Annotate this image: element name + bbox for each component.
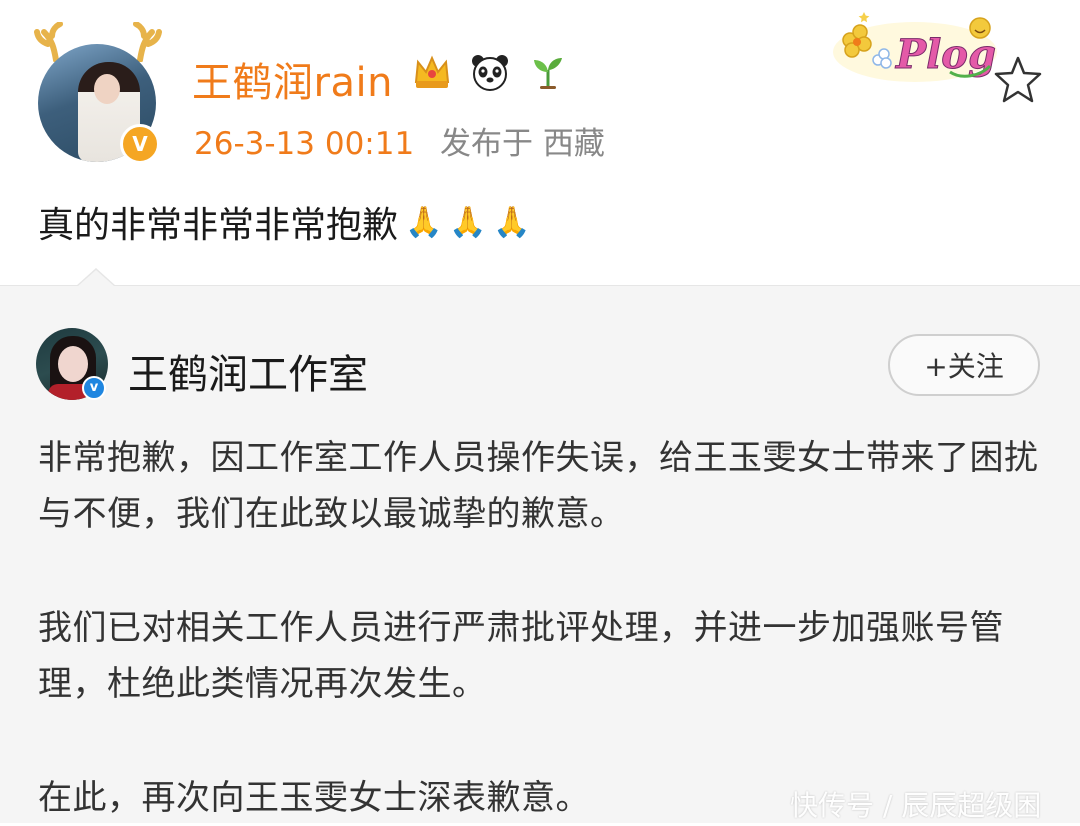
user-badges [410, 50, 570, 94]
sprout-icon[interactable] [526, 52, 570, 92]
pray-emoji-icon: 🙏 [405, 204, 443, 240]
crown-icon[interactable] [410, 52, 454, 92]
panda-icon[interactable] [468, 52, 512, 92]
emoji-group: 🙏 🙏 🙏 [402, 205, 534, 240]
post-meta: 26-3-13 00:11 发布于 西藏 [194, 118, 605, 163]
pray-emoji-icon: 🙏 [449, 204, 487, 240]
post-text: 真的非常非常非常抱歉 [38, 205, 399, 246]
post-content: 真的非常非常非常抱歉 🙏 🙏 🙏 [38, 196, 534, 248]
username[interactable]: 王鹤润rain [192, 50, 393, 108]
source-watermark: 快传号 / 辰辰超级困 [790, 789, 1042, 822]
verified-badge-icon: V [120, 124, 160, 164]
follow-button[interactable]: +关注 [888, 334, 1040, 396]
verified-badge-icon: v [82, 376, 106, 400]
favorite-star-icon[interactable] [990, 52, 1046, 108]
weibo-post: V 王鹤润rain 26-3-13 00:11 发布于 西藏 Plog 真的非常… [0, 0, 1080, 285]
post-location: 发布于 西藏 [440, 126, 605, 162]
plog-decoration-icon: Plog [833, 12, 997, 82]
quoted-paragraph: 我们已对相关工作人员进行严肃批评处理，并进一步加强账号管理，杜绝此类情况再次发生… [38, 608, 1004, 704]
user-avatar[interactable]: V [30, 22, 170, 164]
studio-name[interactable]: 王鹤润工作室 [128, 342, 368, 400]
card-pointer [78, 270, 114, 286]
pray-emoji-icon: 🙏 [493, 204, 531, 240]
post-time: 26-3-13 00:11 [194, 126, 415, 162]
quoted-paragraph: 非常抱歉，因工作室工作人员操作失误，给王玉雯女士带来了困扰与不便，我们在此致以最… [38, 438, 1039, 534]
